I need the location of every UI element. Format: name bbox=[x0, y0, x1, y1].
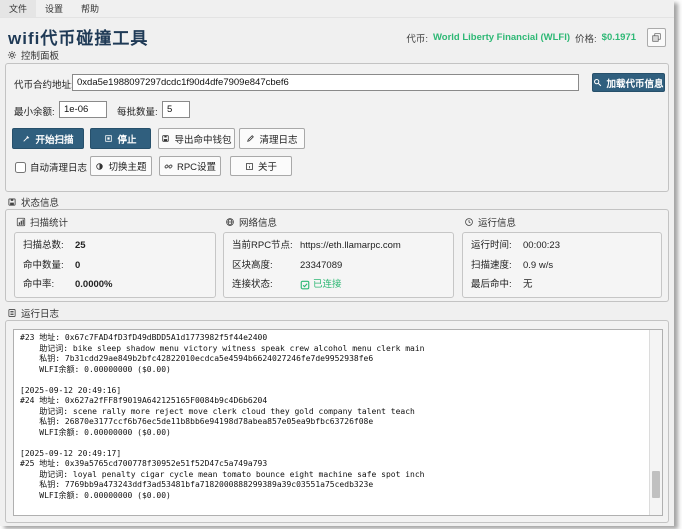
log-list-icon bbox=[7, 308, 17, 318]
batch-size-input[interactable] bbox=[162, 101, 190, 118]
menu-file[interactable]: 文件 bbox=[0, 0, 36, 17]
window-mini-button[interactable] bbox=[647, 28, 666, 47]
status-title: 状态信息 bbox=[21, 195, 59, 209]
network-info-header: 网络信息 bbox=[225, 215, 454, 229]
export-wallets-button[interactable]: 导出命中钱包 bbox=[158, 128, 235, 149]
price-label: 价格: bbox=[575, 31, 597, 45]
magnifier-icon bbox=[593, 78, 602, 87]
rocket-icon bbox=[22, 134, 31, 143]
load-token-button[interactable]: 加载代币信息 bbox=[592, 73, 665, 92]
control-panel: 代币合约地址: 加载代币信息 最小余额: 每批数量: 开始扫描 停止 bbox=[5, 63, 669, 192]
contract-address-label: 代币合约地址: bbox=[14, 77, 74, 91]
last-hit-value: 无 bbox=[523, 275, 533, 295]
log-viewer[interactable]: #23 地址: 0x67c7FAD4fD3fD49dBDD5A1d1773982… bbox=[13, 329, 663, 516]
batch-size-label: 每批数量: bbox=[117, 104, 158, 118]
menu-help[interactable]: 帮助 bbox=[72, 0, 108, 17]
link-icon bbox=[164, 162, 173, 171]
auto-clear-log-checkbox[interactable]: 自动清理日志 bbox=[15, 160, 87, 174]
scan-speed-row: 扫描速度: 0.9 w/s bbox=[471, 256, 653, 276]
auto-clear-log-checkbox-input[interactable] bbox=[15, 162, 26, 173]
page-title: wifi代币碰撞工具 bbox=[8, 24, 148, 49]
token-label: 代币: bbox=[406, 31, 428, 45]
scan-total-value: 25 bbox=[75, 236, 86, 256]
status-panel: 扫描统计 扫描总数: 25 命中数量: 0 命中率: 0.0000% bbox=[5, 209, 669, 302]
log-panel: #23 地址: 0x67c7FAD4fD3fD49dBDD5A1d1773982… bbox=[5, 320, 669, 523]
log-title: 运行日志 bbox=[21, 306, 59, 320]
status-disk-icon bbox=[7, 197, 17, 207]
status-section-label: 状态信息 bbox=[7, 195, 59, 209]
menu-bar: 文件 设置 帮助 bbox=[0, 0, 674, 18]
log-scrollbar[interactable] bbox=[649, 330, 662, 515]
log-section-label: 运行日志 bbox=[7, 306, 59, 320]
control-panel-section-label: 控制面板 bbox=[7, 48, 59, 62]
last-hit-row: 最后命中: 无 bbox=[471, 275, 653, 295]
min-balance-label: 最小余额: bbox=[14, 104, 55, 118]
network-info-panel: 网络信息 当前RPC节点: https://eth.llamarpc.com 区… bbox=[223, 210, 454, 301]
theme-icon bbox=[95, 162, 104, 171]
log-content[interactable]: #23 地址: 0x67c7FAD4fD3fD49dBDD5A1d1773982… bbox=[14, 330, 649, 515]
toggle-theme-button[interactable]: 切换主题 bbox=[90, 156, 152, 176]
hit-rate-row: 命中率: 0.0000% bbox=[23, 275, 207, 295]
app-window: 文件 设置 帮助 wifi代币碰撞工具 代币: World Liberty Fi… bbox=[0, 0, 674, 526]
token-summary: 代币: World Liberty Financial (WLFI) 价格: $… bbox=[406, 28, 666, 47]
block-height-row: 区块高度: 23347089 bbox=[232, 256, 445, 276]
rpc-node-row: 当前RPC节点: https://eth.llamarpc.com bbox=[232, 236, 445, 256]
menu-settings[interactable]: 设置 bbox=[36, 0, 72, 17]
token-name: World Liberty Financial (WLFI) bbox=[433, 32, 570, 43]
globe-icon bbox=[225, 217, 235, 227]
log-scrollbar-thumb[interactable] bbox=[652, 471, 660, 498]
hit-count-row: 命中数量: 0 bbox=[23, 256, 207, 276]
hit-rate-value: 0.0000% bbox=[75, 275, 113, 295]
check-icon bbox=[300, 280, 310, 290]
window-icon bbox=[651, 32, 662, 43]
clock-icon bbox=[464, 217, 474, 227]
control-panel-title: 控制面板 bbox=[21, 48, 59, 62]
info-icon bbox=[245, 162, 254, 171]
runtime-info-header: 运行信息 bbox=[464, 215, 662, 229]
rpc-node-value: https://eth.llamarpc.com bbox=[300, 236, 401, 256]
start-scan-button[interactable]: 开始扫描 bbox=[12, 128, 84, 149]
scan-speed-value: 0.9 w/s bbox=[523, 256, 553, 276]
connection-status-row: 连接状态: 已连接 bbox=[232, 275, 445, 295]
contract-address-input[interactable] bbox=[72, 74, 579, 91]
price-value: $0.1971 bbox=[602, 32, 636, 43]
scan-total-row: 扫描总数: 25 bbox=[23, 236, 207, 256]
min-balance-input[interactable] bbox=[59, 101, 107, 118]
hit-count-value: 0 bbox=[75, 256, 80, 276]
rpc-settings-button[interactable]: RPC设置 bbox=[159, 156, 221, 176]
scan-stats-header: 扫描统计 bbox=[16, 215, 216, 229]
connection-status-badge: 已连接 bbox=[300, 275, 342, 295]
block-height-value: 23347089 bbox=[300, 256, 342, 276]
stop-button[interactable]: 停止 bbox=[90, 128, 151, 149]
about-button[interactable]: 关于 bbox=[230, 156, 292, 176]
runtime-row: 运行时间: 00:00:23 bbox=[471, 236, 653, 256]
gear-icon bbox=[7, 50, 17, 60]
pencil-icon bbox=[246, 134, 255, 143]
scan-stats-panel: 扫描统计 扫描总数: 25 命中数量: 0 命中率: 0.0000% bbox=[14, 210, 216, 301]
runtime-value: 00:00:23 bbox=[523, 236, 560, 256]
runtime-info-panel: 运行信息 运行时间: 00:00:23 扫描速度: 0.9 w/s 最后命中: … bbox=[462, 210, 662, 301]
bar-chart-icon bbox=[16, 217, 26, 227]
floppy-icon bbox=[161, 134, 170, 143]
stop-icon bbox=[104, 134, 113, 143]
clear-log-button[interactable]: 清理日志 bbox=[239, 128, 305, 149]
